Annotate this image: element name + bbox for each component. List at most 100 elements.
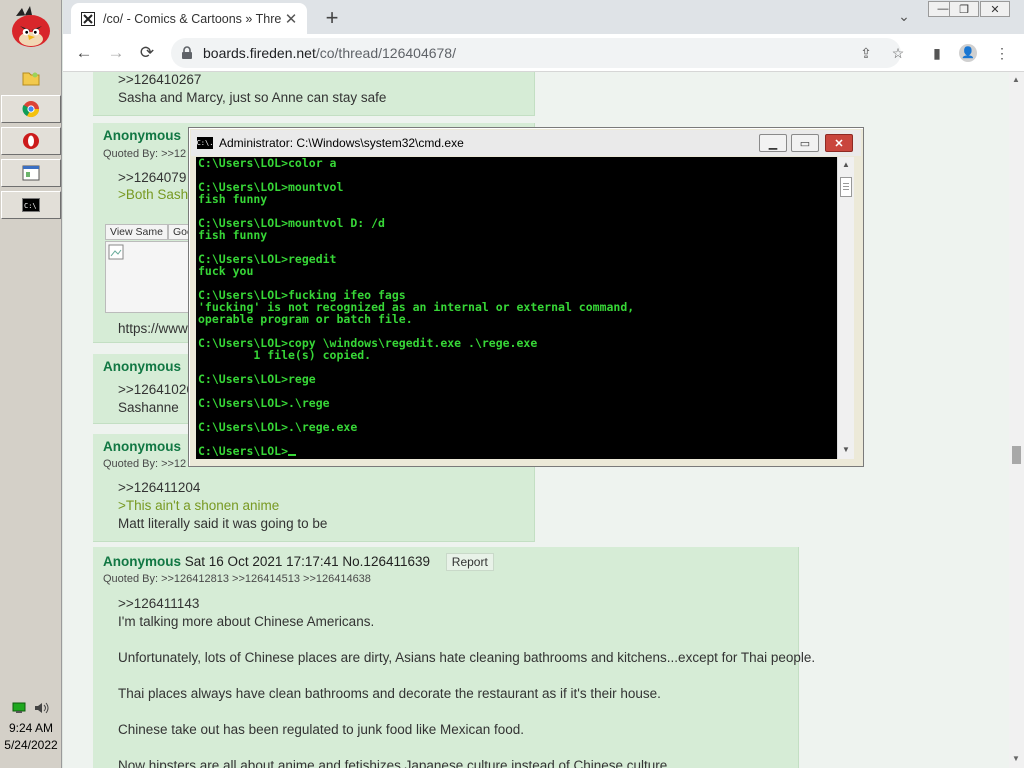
- scroll-up-icon[interactable]: ▲: [1012, 75, 1020, 84]
- poster-name: Anonymous: [103, 554, 182, 569]
- post-text: Thai places always have clean bathrooms …: [118, 686, 661, 701]
- tab-title: /co/ - Comics & Cartoons » Thre: [103, 11, 282, 26]
- tab-strip: /co/ - Comics & Cartoons » Thre ✕ + ⌄ — …: [63, 0, 1024, 34]
- forward-button[interactable]: →: [105, 42, 127, 64]
- console-line: C:\Users\LOL>.\rege: [198, 396, 330, 410]
- broken-image-icon: [108, 244, 124, 260]
- quote-link[interactable]: >>1264079: [118, 170, 186, 185]
- address-bar[interactable]: boards.fireden.net/co/thread/126404678/: [171, 38, 901, 68]
- console-cursor: [288, 454, 297, 456]
- post-date: Sat 16 Oct 2021 17:17:41: [184, 554, 339, 569]
- post-text: Unfortunately, lots of Chinese places ar…: [118, 650, 816, 665]
- tab-search-icon[interactable]: ⌄: [895, 8, 913, 25]
- console-line: C:\Users\LOL>color a: [198, 157, 337, 170]
- share-icon[interactable]: ⇪: [857, 44, 875, 62]
- url-host: boards.fireden.net: [203, 45, 316, 61]
- quote-link[interactable]: >>126411204: [118, 480, 200, 495]
- tab-active[interactable]: /co/ - Comics & Cartoons » Thre ✕: [71, 3, 307, 34]
- post-header: Anonymous: [103, 128, 181, 143]
- console-line: C:\Users\LOL>: [198, 444, 289, 458]
- quoted-by[interactable]: Quoted By: >>126412813 >>126414513 >>126…: [103, 573, 371, 585]
- scroll-down-icon[interactable]: ▼: [1012, 754, 1020, 763]
- quoted-by[interactable]: Quoted By: >>12: [103, 458, 186, 470]
- poster-name: Anonymous: [103, 359, 182, 374]
- cmd-icon: C:\.: [196, 137, 214, 149]
- poster-name: Anonymous: [103, 439, 182, 454]
- cmd-icon: C:\: [22, 198, 40, 212]
- cmd-close-button[interactable]: ✕: [825, 134, 853, 152]
- speaker-icon[interactable]: [34, 702, 50, 714]
- console-line: C:\Users\LOL>.\rege.exe: [198, 420, 358, 434]
- post-image-placeholder[interactable]: [105, 241, 195, 313]
- page-scrollbar[interactable]: ▲ ▼: [1009, 72, 1024, 768]
- window-close-button[interactable]: ✕: [980, 1, 1010, 17]
- quoted-by[interactable]: Quoted By: >>12: [103, 148, 186, 160]
- site-favicon-icon: [81, 11, 95, 26]
- greentext: >This ain't a shonen anime: [118, 498, 280, 513]
- reload-button[interactable]: ⟳: [136, 42, 158, 64]
- post-text: Sashanne: [118, 400, 179, 415]
- taskbar-cmd-button[interactable]: C:\: [1, 191, 61, 219]
- quote-link[interactable]: >>126410267: [118, 72, 201, 87]
- post-header: Anonymous Sat 16 Oct 2021 17:17:41 No.12…: [103, 553, 494, 571]
- side-panel-icon[interactable]: ▮: [928, 44, 946, 62]
- console-line: fish funny: [198, 228, 268, 242]
- network-icon[interactable]: [12, 702, 26, 714]
- scrollbar-thumb[interactable]: [1012, 446, 1021, 464]
- console-line: C:\Users\LOL>rege: [198, 372, 316, 386]
- greentext: >Both Sash: [118, 187, 189, 202]
- cmd-scrollbar[interactable]: ▲ ▼: [837, 157, 854, 459]
- clock-time[interactable]: 9:24 AM: [0, 720, 62, 737]
- quote-link[interactable]: >>12641026: [118, 382, 194, 397]
- angry-bird-logo[interactable]: [8, 4, 54, 50]
- console-line: fuck you: [198, 264, 254, 278]
- opera-icon: [23, 133, 39, 149]
- cmd-scroll-down-icon[interactable]: ▼: [842, 445, 850, 454]
- post: >>126410267 Sasha and Marcy, just so Ann…: [93, 72, 535, 116]
- taskbar-opera-button[interactable]: [1, 127, 61, 155]
- quote-link[interactable]: >>126411143: [118, 596, 199, 611]
- url-path: /co/thread/126404678/: [315, 45, 456, 61]
- clock-date[interactable]: 5/24/2022: [0, 737, 62, 754]
- console-line: fish funny: [198, 192, 268, 206]
- back-button[interactable]: ←: [73, 42, 95, 64]
- cmd-minimize-button[interactable]: ▁: [759, 134, 787, 152]
- window-maximize-button[interactable]: ❐: [949, 1, 979, 17]
- cmd-console[interactable]: C:\Users\LOL>color a C:\Users\LOL>mountv…: [196, 157, 837, 459]
- cmd-scroll-thumb[interactable]: [840, 177, 852, 197]
- post-number[interactable]: No.126411639: [342, 554, 430, 569]
- post: Anonymous Sat 16 Oct 2021 17:17:41 No.12…: [93, 547, 815, 768]
- new-tab-button[interactable]: +: [319, 5, 345, 31]
- svg-text:C:\: C:\: [24, 202, 37, 210]
- url-text: boards.fireden.net/co/thread/126404678/: [203, 45, 456, 61]
- post-text: Sasha and Marcy, just so Anne can stay s…: [118, 90, 387, 105]
- taskbar-chrome-button[interactable]: [1, 95, 61, 123]
- browser-toolbar: ← → ⟳ boards.fireden.net/co/thread/12640…: [63, 34, 1024, 72]
- post-link[interactable]: https://www.: [118, 321, 191, 336]
- view-same-button[interactable]: View Same: [105, 224, 168, 240]
- cmd-title: Administrator: C:\Windows\system32\cmd.e…: [219, 136, 464, 150]
- post-header: Anonymous: [103, 359, 181, 374]
- cmd-scroll-up-icon[interactable]: ▲: [842, 160, 850, 169]
- lock-icon[interactable]: [181, 46, 193, 60]
- post-text: Matt literally said it was going to be: [118, 516, 328, 531]
- menu-icon[interactable]: ⋮: [993, 44, 1011, 62]
- poster-name: Anonymous: [103, 128, 182, 143]
- post-text: Now hipsters are all about anime and fet…: [118, 758, 672, 768]
- system-tray: 9:24 AM 5/24/2022: [0, 702, 62, 754]
- post-text: I'm talking more about Chinese Americans…: [118, 614, 375, 629]
- report-button[interactable]: Report: [445, 553, 494, 571]
- cmd-maximize-button[interactable]: ▭: [791, 134, 819, 152]
- console-output: C:\Users\LOL>color a C:\Users\LOL>mountv…: [198, 157, 837, 457]
- window-icon: [22, 165, 40, 181]
- cmd-window[interactable]: C:\. Administrator: C:\Windows\system32\…: [188, 127, 864, 467]
- taskbar: C:\ 9:24 AM 5/24/2022: [0, 0, 62, 768]
- taskbar-folder-button[interactable]: [1, 64, 61, 92]
- taskbar-window-button[interactable]: [1, 159, 61, 187]
- profile-icon[interactable]: 👤: [959, 44, 977, 62]
- bookmark-star-icon[interactable]: ☆: [889, 44, 907, 62]
- console-line: 1 file(s) copied.: [198, 348, 372, 362]
- post-text: Chinese take out has been regulated to j…: [118, 722, 525, 737]
- tab-close-icon[interactable]: ✕: [283, 10, 299, 28]
- chrome-icon: [22, 101, 40, 118]
